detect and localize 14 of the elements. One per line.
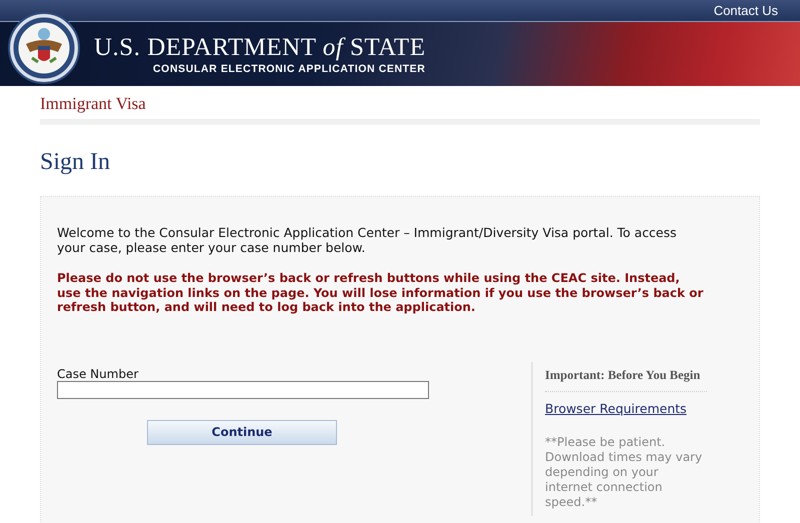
warning-text: Please do not use the browser’s back or refresh buttons while using the CEAC site. Instead, use the navigation links on the page. You will lose information if you use the browser’s back or refresh button, and will need to log back into the application. (57, 271, 704, 314)
site-title: U.S. DEPARTMENT of STATE (94, 35, 426, 60)
patience-note: **Please be patient. Download times may vary depending on your internet connection speed.** (545, 434, 704, 510)
site-subtitle: CONSULAR ELECTRONIC APPLICATION CENTER (153, 63, 426, 75)
seal-icon (8, 12, 80, 84)
case-number-label: Case Number (57, 366, 140, 380)
sidebar-heading: Important: Before You Begin (545, 362, 707, 392)
page-title: Sign In (40, 149, 112, 176)
section-title: Immigrant Visa (40, 94, 147, 115)
continue-button[interactable]: Continue (147, 420, 337, 444)
contact-link[interactable]: Contact Us (714, 3, 778, 18)
browser-requirements-link[interactable]: Browser Requirements (545, 400, 687, 416)
case-number-field[interactable] (57, 380, 429, 398)
intro-text: Welcome to the Consular Electronic Application Center – Immigrant/Diversity Visa portal. To access your case, please enter your case number below. (57, 225, 678, 255)
